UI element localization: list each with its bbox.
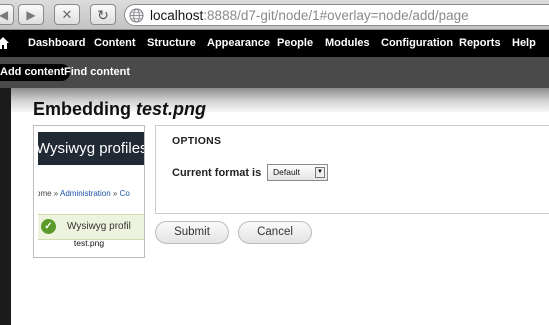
crumb-separator: » [110,189,120,198]
toolbar-item-people[interactable]: People [277,30,313,57]
crumb-config: Co [119,189,130,198]
toolbar-item-configuration[interactable]: Configuration [381,30,453,57]
options-legend: OPTIONS [172,135,222,147]
url-host: localhost [150,7,204,23]
format-select[interactable]: Default ▼ [267,164,328,181]
close-icon: ✕ [61,7,73,22]
thumbnail-breadcrumb: ome » Administration » Co [38,189,130,198]
globe-icon [129,7,144,23]
format-select-value: Default [273,167,300,177]
back-button[interactable]: ◀ [0,4,14,25]
stop-button[interactable]: ✕ [54,4,80,25]
crumb-administration: Administration [60,189,111,198]
shortcut-add-content[interactable]: Add content [0,64,71,81]
crumb-home: ome » [38,189,61,198]
overlay-left-edge [0,88,11,325]
browser-toolbar: ◀ ▶ ✕ ↻ localhost:8888/d7-git/node/1#ove… [0,0,549,30]
toolbar-item-content[interactable]: Content [94,30,136,57]
image-preview: Wysiwyg profiles ome » Administration » … [33,125,145,258]
cancel-button[interactable]: Cancel [238,221,312,244]
back-arrow-icon: ◀ [0,7,9,22]
address-bar[interactable]: localhost:8888/d7-git/node/1#overlay=nod… [124,4,549,26]
toolbar-item-appearance[interactable]: Appearance [207,30,270,57]
toolbar-item-help[interactable]: Help [512,30,536,57]
shortcuts-bar: Add content Find content [0,57,549,88]
preview-caption: test.png [73,238,105,248]
toolbar-item-structure[interactable]: Structure [147,30,196,57]
chevron-down-icon: ▼ [315,167,325,178]
admin-toolbar: Dashboard Content Structure Appearance P… [0,30,549,57]
preview-thumbnail: Wysiwyg profiles ome » Administration » … [38,132,144,240]
format-label: Current format is [172,167,262,179]
submit-button[interactable]: Submit [155,221,229,244]
title-filename: test.png [136,99,206,119]
options-fieldset: OPTIONS Current format is Default ▼ [155,125,549,214]
home-icon[interactable] [0,36,10,50]
shortcut-find-content[interactable]: Find content [64,64,130,81]
url-path: :8888/d7-git/node/1#overlay=node/add/pag… [203,7,469,23]
toolbar-item-modules[interactable]: Modules [325,30,370,57]
forward-arrow-icon: ▶ [26,7,36,22]
reload-icon: ↻ [97,6,109,23]
thumbnail-status-text: Wysiwyg profil [67,221,131,232]
page-title: Embedding test.png [33,99,206,120]
reload-button[interactable]: ↻ [90,4,116,25]
title-prefix: Embedding [33,99,136,119]
toolbar-item-reports[interactable]: Reports [459,30,501,57]
forward-button[interactable]: ▶ [18,4,44,25]
check-icon: ✓ [41,219,56,234]
thumbnail-status-message: ✓ Wysiwyg profil [38,214,144,240]
thumbnail-banner: Wysiwyg profiles [38,132,144,165]
toolbar-item-dashboard[interactable]: Dashboard [28,30,85,57]
